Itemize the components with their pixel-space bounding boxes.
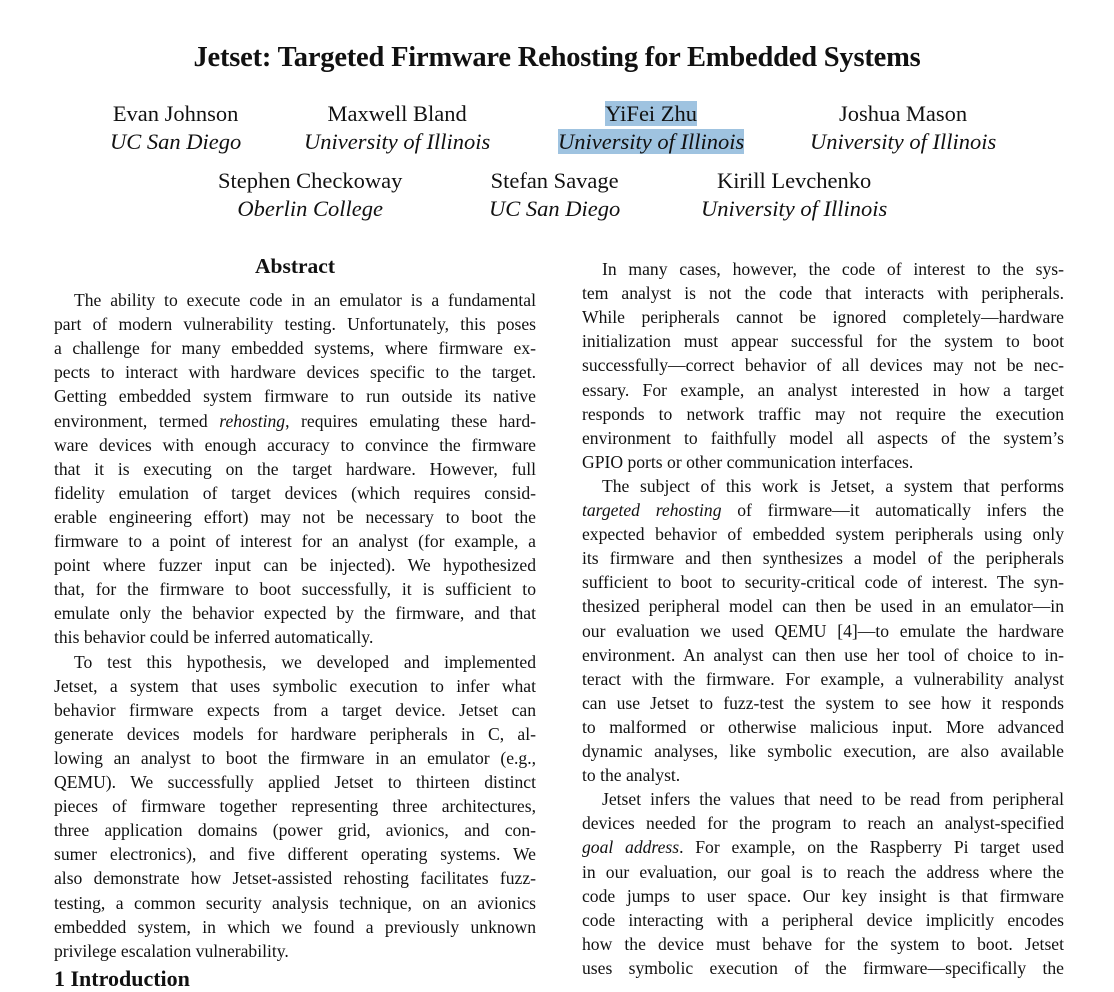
text-line: firmware to a point of interest for an a… [54,531,536,551]
author-affiliation-highlighted[interactable]: University of Illinois [558,129,745,154]
text-line: to the analyst. [582,765,681,786]
emphasis-text: targeted rehosting [582,500,722,520]
emphasis-text: rehosting [219,410,286,431]
author-affiliation: University of Illinois [304,129,491,154]
text-line: its firmware and then synthesizes a mode… [582,548,1064,569]
text-line: successfully—correct behavior of all dev… [582,355,1064,376]
text-line: pects to interact with hardware devices … [54,362,536,383]
text-line: Jetset infers the values that need to be… [602,789,1064,810]
text-line: fidelity emulation of target devices (wh… [54,482,536,503]
text-line: GPIO ports or other communication interf… [582,451,914,472]
text-line: three application domains (power grid, a… [54,820,536,841]
text-line: point where fuzzer input can be injected… [54,555,536,576]
text-line: also demonstrate how Jetset-assisted reh… [54,868,536,889]
author-name-highlighted[interactable]: YiFei Zhu [605,101,698,126]
text-line: testing, a common security analysis tech… [54,892,536,913]
text-line: in our evaluation, our goal is to reach … [582,861,1064,882]
text-line: essary. For example, an analyst interest… [582,379,1064,400]
author-affiliation: UC San Diego [489,196,621,221]
author-affiliation: University of Illinois [810,129,997,154]
author-evan-johnson: Evan Johnson UC San Diego [110,100,241,156]
text-line: can use Jetset to fuzz-test the system t… [582,692,1064,713]
author-name: Evan Johnson [112,101,239,126]
section-heading-introduction: 1 Introduction [54,966,190,991]
author-affiliation: University of Illinois [701,196,888,221]
text-line: The subject of this work is Jetset, a sy… [602,475,1064,496]
emphasis-text: goal address [582,837,680,858]
author-yifei-zhu[interactable]: YiFei Zhu University of Illinois [558,100,745,156]
text-line: sufficient to boot to security-critical … [582,572,1064,593]
text-line: lowing an analyst to boot the firmware i… [54,747,536,768]
text-line: emulate only the behavior expected by th… [54,603,536,624]
text-line: devices needed for the program to reach … [582,813,1064,834]
author-affiliation: Oberlin College [237,196,383,221]
author-name: Kirill Levchenko [716,168,872,193]
text-line: a challenge for many embedded systems, w… [54,338,536,359]
text-line: that it is executing on the target hardw… [54,458,536,479]
text-line: embedded system, in which we found a pre… [54,916,536,937]
text-line: part of modern vulnerability testing. Un… [54,314,536,335]
text-line: initialization must appear successful fo… [582,331,1064,352]
text-line: environment. An analyst can then use her… [582,644,1064,665]
text-line: erable engineering effort) may not be ne… [54,506,536,527]
text-line: privilege escalation vulnerability. [54,940,289,961]
text-line: pieces of firmware together representing… [54,796,536,817]
text-line: While peripherals cannot be ignored comp… [582,307,1064,328]
text-line: targeted rehosting of firmware—it automa… [582,500,1064,520]
text-line: code interacting with a peripheral devic… [582,909,1064,930]
text-line: environment, termed rehosting, requires … [54,410,536,431]
text-line: generate devices models for hardware per… [54,723,536,744]
text-line: our evaluation we used QEMU [4]—to emula… [582,620,1064,641]
text-line: The ability to execute code in an emulat… [74,290,536,310]
author-affiliation: UC San Diego [110,129,242,154]
author-joshua-mason: Joshua Mason University of Illinois [810,100,996,156]
text-line: responds to network traffic may not requ… [582,403,1064,424]
author-name: Stephen Checkoway [218,168,403,193]
author-name: Maxwell Bland [327,101,467,126]
text-line: Getting embedded system firmware to run … [54,386,536,407]
text-line: ware devices with enough accuracy to con… [54,434,536,455]
text-line: sumer electronics), and five different o… [54,844,536,865]
text-line: goal address. For example, on the Raspbe… [582,837,1064,858]
author-stefan-savage: Stefan Savage UC San Diego [489,167,620,223]
author-name: Joshua Mason [839,101,968,126]
text-line: thesized peripheral model can then be us… [582,596,1064,617]
paper-title: Jetset: Targeted Firmware Rehosting for … [193,42,921,73]
author-kirill-levchenko: Kirill Levchenko University of Illinois [701,167,887,223]
author-name: Stefan Savage [490,168,619,193]
text-line: expected behavior of embedded system per… [582,524,1064,545]
text-line: to malformed or otherwise malicious inpu… [582,716,1064,737]
text-line: QEMU). We successfully applied Jetset to… [54,772,536,792]
text-line: Jetset, a system that uses symbolic exec… [54,675,536,696]
text-line: behavior firmware expects from a target … [54,699,536,720]
text-line: To test this hypothesis, we developed an… [74,651,536,672]
text-line: that, for the firmware to boot successfu… [54,579,536,600]
text-line: environment to faithfully model all aspe… [582,427,1064,448]
text-line: this behavior could be inferred automati… [54,627,374,648]
text-line: code jumps to user space. Our key insigh… [582,885,1064,906]
text-line: In many cases, however, the code of inte… [602,259,1064,279]
text-line: uses symbolic execution of the firmware—… [582,957,1064,978]
text-line: how the device must behave for the syste… [582,933,1064,954]
text-line: tem analyst is not the code that interac… [582,283,1064,304]
author-maxwell-bland: Maxwell Bland University of Illinois [304,100,490,156]
text-line: teract with the firmware. For example, a… [582,668,1064,689]
text-line: dynamic analyses, like symbolic executio… [582,741,1064,761]
author-stephen-checkoway: Stephen Checkoway Oberlin College [218,167,402,223]
abstract-heading: Abstract [254,254,335,278]
